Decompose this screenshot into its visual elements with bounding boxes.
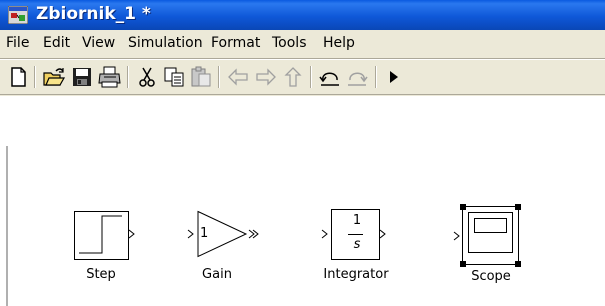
paste-icon[interactable] — [189, 65, 213, 89]
cut-icon[interactable] — [135, 65, 159, 89]
redo-icon[interactable] — [345, 65, 369, 89]
menu-view[interactable]: View — [82, 35, 115, 51]
integrator-numerator: 1 — [352, 213, 362, 228]
gain-label: Gain — [202, 267, 232, 282]
menu-file[interactable]: File — [6, 35, 29, 51]
gain-value: 1 — [200, 226, 209, 241]
toolbar-separator — [34, 66, 36, 88]
toolbar-separator — [218, 66, 220, 88]
toolbar-separator — [375, 66, 377, 88]
toolbar-separator — [127, 66, 129, 88]
menu-tools[interactable]: Tools — [272, 35, 307, 51]
up-icon[interactable] — [281, 65, 305, 89]
integrator-label: Integrator — [323, 267, 389, 282]
copy-icon[interactable] — [162, 65, 186, 89]
print-icon[interactable] — [98, 65, 122, 89]
save-icon[interactable] — [70, 65, 94, 89]
toolbar — [0, 60, 605, 94]
scope-block[interactable] — [452, 202, 524, 270]
menu-help[interactable]: Help — [323, 35, 355, 51]
simulink-model-icon[interactable] — [7, 5, 29, 25]
canvas-left-border — [6, 146, 8, 306]
scope-label: Scope — [471, 269, 511, 284]
toolbar-separator — [310, 66, 312, 88]
undo-icon[interactable] — [318, 65, 342, 89]
play-icon[interactable] — [385, 65, 403, 89]
window-title: Zbiornik_1 * — [36, 4, 151, 24]
step-block[interactable] — [73, 205, 139, 263]
open-icon[interactable] — [42, 65, 66, 89]
title-bar[interactable]: Zbiornik_1 * — [0, 0, 605, 30]
new-icon[interactable] — [6, 65, 30, 89]
back-icon[interactable] — [226, 65, 250, 89]
integrator-denominator: s — [353, 237, 361, 252]
menu-format[interactable]: Format — [211, 35, 260, 51]
step-label: Step — [86, 267, 116, 282]
menu-simulation[interactable]: Simulation — [128, 35, 203, 51]
forward-icon[interactable] — [254, 65, 278, 89]
menu-edit[interactable]: Edit — [43, 35, 70, 51]
menu-bar: File Edit View Simulation Format Tools H… — [0, 30, 605, 58]
gain-block[interactable] — [186, 205, 266, 263]
